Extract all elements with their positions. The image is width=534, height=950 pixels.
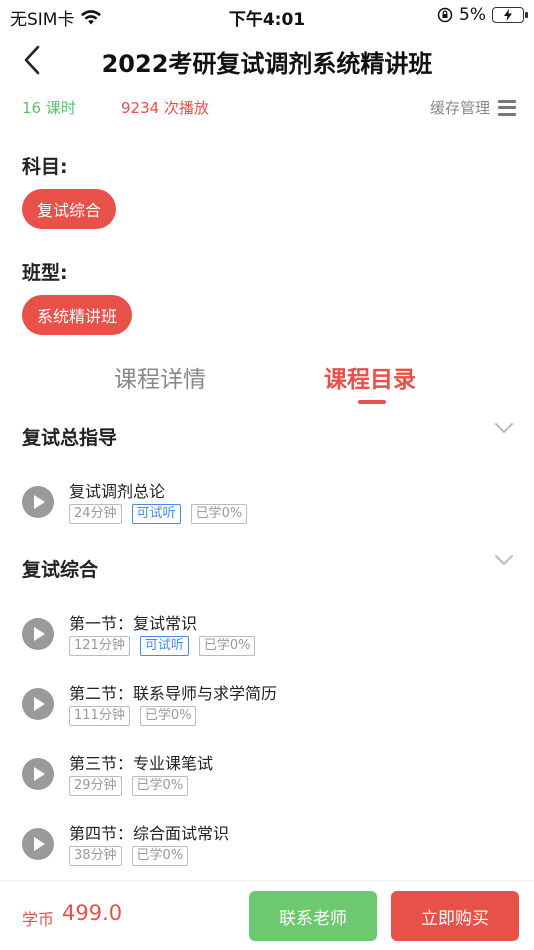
play-icon[interactable] (22, 688, 54, 720)
lesson-item[interactable]: 第一节：复试常识 121分钟 可试听 已学0% (22, 610, 516, 658)
play-icon[interactable] (22, 486, 54, 518)
price-value: 499.0 (62, 901, 123, 925)
class-type-chip[interactable]: 系统精讲班 (22, 295, 133, 335)
play-icon[interactable] (22, 828, 54, 860)
duration-tag: 111分钟 (69, 706, 130, 726)
lesson-title: 复试调剂总论 (69, 482, 166, 501)
battery-icon (492, 7, 528, 23)
lesson-title: 第三节：专业课笔试 (69, 754, 214, 773)
tab-course-details[interactable]: 课程详情 (114, 360, 206, 394)
chevron-down-icon[interactable] (494, 553, 514, 567)
lesson-tags: 38分钟 已学0% (69, 846, 189, 866)
lesson-item[interactable]: 复试调剂总论 24分钟 可试听 已学0% (22, 478, 516, 526)
trial-tag: 可试听 (131, 504, 181, 524)
tab-course-catalog[interactable]: 课程目录 (324, 360, 416, 394)
charging-bolt-icon (504, 9, 512, 21)
lesson-item[interactable]: 第四节：综合面试常识 38分钟 已学0% (22, 820, 516, 868)
buy-now-button[interactable]: 立即购买 (391, 891, 519, 941)
status-right: 5% (437, 5, 528, 25)
lesson-tags: 29分钟 已学0% (69, 776, 189, 796)
chevron-down-icon[interactable] (494, 421, 514, 435)
progress-tag: 已学0% (190, 504, 248, 524)
duration-tag: 24分钟 (69, 504, 122, 524)
group-title: 复试综合 (22, 559, 99, 581)
progress-tag: 已学0% (131, 776, 189, 796)
lesson-tags: 111分钟 已学0% (69, 706, 197, 726)
duration-tag: 29分钟 (69, 776, 122, 796)
class-type-label: 班型: (22, 262, 68, 284)
duration-tag: 121分钟 (69, 636, 130, 656)
cache-management-button[interactable]: 缓存管理 (430, 97, 516, 118)
subject-label: 科目: (22, 156, 68, 178)
orientation-lock-icon (437, 7, 453, 23)
play-icon[interactable] (22, 618, 54, 650)
progress-tag: 已学0% (131, 846, 189, 866)
page-title: 2022考研复试调剂系统精讲班 (101, 50, 433, 78)
group-title: 复试总指导 (22, 427, 118, 449)
active-tab-indicator (358, 400, 386, 404)
status-bar: 无SIM卡 下午4:01 5% (0, 0, 534, 30)
lesson-tags: 24分钟 可试听 已学0% (69, 504, 248, 524)
play-count: 9234 次播放 (121, 99, 209, 117)
duration-tag: 38分钟 (69, 846, 122, 866)
price-currency-label: 学币 (22, 910, 55, 929)
lesson-count: 16 课时 (22, 99, 76, 117)
lesson-item[interactable]: 第二节：联系导师与求学简历 111分钟 已学0% (22, 680, 516, 728)
header: 2022考研复试调剂系统精讲班 (0, 36, 534, 84)
lesson-tags: 121分钟 可试听 已学0% (69, 636, 256, 656)
course-meta: 16 课时 9234 次播放 缓存管理 (22, 97, 516, 121)
menu-icon (498, 99, 516, 116)
progress-tag: 已学0% (198, 636, 256, 656)
trial-tag: 可试听 (139, 636, 189, 656)
tab-bar: 课程详情 课程目录 (0, 360, 534, 410)
cache-management-label: 缓存管理 (429, 99, 490, 117)
lesson-title: 第二节：联系导师与求学简历 (69, 684, 278, 703)
bottom-bar: 学币 499.0 联系老师 立即购买 (0, 880, 534, 950)
progress-tag: 已学0% (139, 706, 197, 726)
lesson-title: 第四节：综合面试常识 (69, 824, 230, 843)
battery-percent: 5% (459, 5, 486, 25)
contact-teacher-button[interactable]: 联系老师 (249, 891, 377, 941)
lesson-item[interactable]: 第三节：专业课笔试 29分钟 已学0% (22, 750, 516, 798)
lesson-title: 第一节：复试常识 (69, 614, 198, 633)
subject-chip[interactable]: 复试综合 (22, 189, 117, 229)
play-icon[interactable] (22, 758, 54, 790)
